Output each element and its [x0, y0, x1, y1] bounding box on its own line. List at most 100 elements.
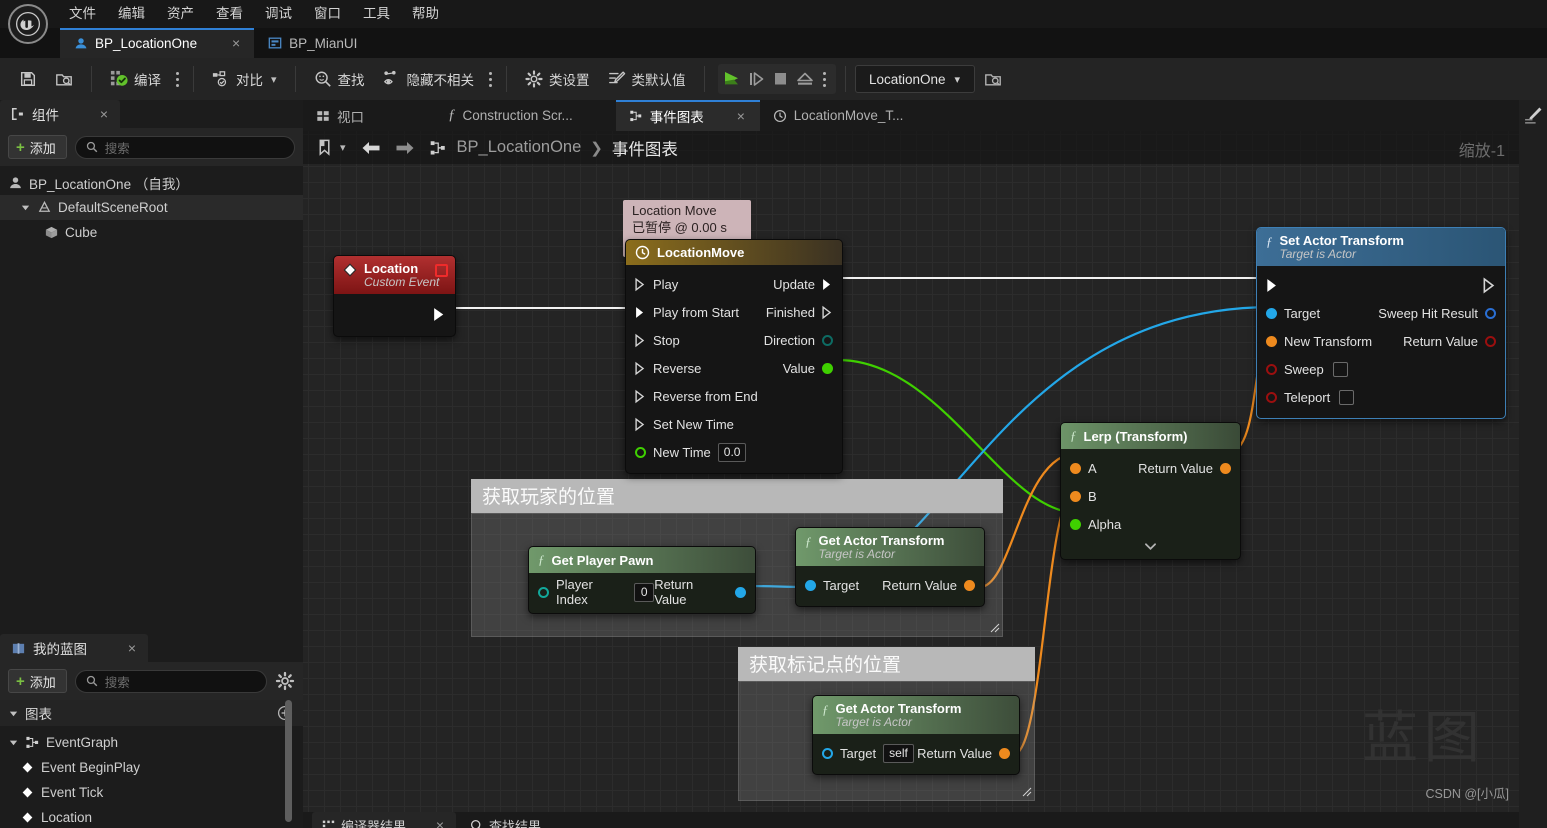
- node-lerp-transform[interactable]: ƒ Lerp (Transform) A Return Value B Alph…: [1060, 422, 1241, 560]
- tree-item-eventgraph[interactable]: EventGraph: [0, 730, 303, 755]
- add-component-button[interactable]: + 添加: [8, 135, 67, 159]
- enum-out-pin[interactable]: [822, 334, 833, 346]
- tree-item-location[interactable]: Location: [0, 805, 303, 828]
- bool-in-pin[interactable]: [1266, 363, 1277, 375]
- bool-in-pin[interactable]: [1266, 391, 1277, 403]
- asset-tab-close-icon[interactable]: ×: [230, 36, 242, 50]
- object-in-pin[interactable]: [1266, 307, 1277, 319]
- asset-tab-bp-mianui[interactable]: BP_MianUI: [254, 28, 369, 58]
- chevron-down-icon[interactable]: [1143, 541, 1158, 552]
- save-button[interactable]: [10, 64, 46, 94]
- menu-item-edit[interactable]: 编辑: [107, 0, 156, 28]
- find-button[interactable]: 查找: [305, 64, 374, 94]
- add-blueprint-item-button[interactable]: + 添加: [8, 669, 67, 693]
- exec-in-pin[interactable]: [635, 277, 646, 291]
- bookmark-button[interactable]: [312, 135, 338, 161]
- exec-in-pin[interactable]: [635, 306, 646, 319]
- close-icon[interactable]: ×: [98, 107, 110, 121]
- unreal-engine-logo-icon[interactable]: [8, 4, 48, 44]
- exec-in-pin[interactable]: [635, 333, 646, 347]
- node-get-actor-transform-player[interactable]: ƒ Get Actor Transform Target is Actor Ta…: [795, 527, 985, 607]
- exec-in-pin[interactable]: [635, 361, 646, 375]
- tree-item-event-beginplay[interactable]: Event BeginPlay: [0, 755, 303, 780]
- tab-locationmove-timeline[interactable]: LocationMove_T...: [760, 100, 917, 131]
- close-icon[interactable]: ×: [126, 641, 138, 655]
- compile-button[interactable]: 编译: [101, 64, 170, 94]
- teleport-checkbox[interactable]: [1339, 389, 1355, 405]
- gear-icon[interactable]: [275, 671, 295, 691]
- delegate-pin[interactable]: [435, 264, 448, 277]
- compile-options-kebab[interactable]: [170, 67, 184, 91]
- menu-item-debug[interactable]: 调试: [254, 0, 303, 28]
- node-location-custom-event[interactable]: Location Custom Event: [333, 255, 456, 337]
- chevron-down-icon[interactable]: ▾: [340, 141, 346, 154]
- target-self-input[interactable]: self: [883, 743, 914, 763]
- resize-grip-icon[interactable]: [988, 621, 1000, 633]
- asset-tab-bp-locationone[interactable]: BP_LocationOne ×: [60, 28, 255, 58]
- node-locationmove-timeline[interactable]: LocationMove Play Update Play from Start: [625, 239, 843, 474]
- object-in-pin[interactable]: [822, 747, 833, 759]
- struct-in-pin[interactable]: [1266, 335, 1277, 347]
- graphs-section-header[interactable]: 图表: [0, 700, 303, 726]
- float-out-pin[interactable]: [822, 362, 833, 374]
- menu-item-file[interactable]: 文件: [58, 0, 107, 28]
- stop-button[interactable]: [770, 69, 792, 89]
- close-icon[interactable]: ×: [735, 109, 747, 123]
- chevron-down-icon[interactable]: ▾: [271, 73, 277, 86]
- exec-out-pin[interactable]: [822, 305, 833, 319]
- exec-out-pin[interactable]: [1483, 276, 1496, 294]
- resize-grip-icon[interactable]: [1020, 785, 1032, 797]
- browse-to-asset-button[interactable]: [46, 64, 82, 94]
- diff-button[interactable]: 对比 ▾: [203, 64, 286, 94]
- menu-item-tools[interactable]: 工具: [352, 0, 401, 28]
- components-search-input[interactable]: 搜索: [74, 135, 295, 159]
- expand-node-row[interactable]: [1061, 538, 1240, 552]
- sweep-checkbox[interactable]: [1332, 361, 1348, 377]
- struct-in-pin[interactable]: [1070, 490, 1081, 502]
- int-in-pin[interactable]: [538, 586, 549, 598]
- node-get-player-pawn[interactable]: ƒ Get Player Pawn Player Index 0 Return …: [528, 546, 756, 614]
- exec-out-pin[interactable]: [433, 307, 446, 322]
- navigate-back-button[interactable]: [355, 135, 387, 161]
- tree-item-event-tick[interactable]: Event Tick: [0, 780, 303, 805]
- play-button[interactable]: [722, 69, 744, 89]
- tree-item-cube[interactable]: Cube: [0, 220, 303, 245]
- float-in-pin[interactable]: [1070, 518, 1081, 530]
- tab-viewport[interactable]: 视口: [303, 100, 377, 131]
- edit-pencil-icon[interactable]: [1523, 105, 1544, 126]
- node-set-actor-transform[interactable]: ƒ Set Actor Transform Target is Actor Ta…: [1256, 227, 1506, 419]
- skip-button[interactable]: [746, 69, 768, 89]
- close-icon[interactable]: ×: [434, 818, 446, 828]
- exec-in-pin[interactable]: [1266, 278, 1279, 293]
- tab-find-results[interactable]: 查找结果: [460, 812, 551, 828]
- node-get-actor-transform-marker[interactable]: ƒ Get Actor Transform Target is Actor Ta…: [812, 695, 1020, 775]
- tree-item-defaultsceneroot[interactable]: DefaultSceneRoot: [0, 195, 303, 220]
- player-index-input[interactable]: 0: [634, 582, 655, 602]
- exec-in-pin[interactable]: [635, 417, 646, 431]
- tab-my-blueprint[interactable]: 我的蓝图 ×: [0, 634, 148, 662]
- class-defaults-button[interactable]: 类默认值: [599, 64, 695, 94]
- caret-down-icon[interactable]: [8, 737, 19, 748]
- navigate-forward-button[interactable]: [389, 135, 421, 161]
- tab-event-graph[interactable]: 事件图表 ×: [615, 100, 760, 131]
- struct-out-pin[interactable]: [964, 579, 975, 591]
- menu-item-window[interactable]: 窗口: [303, 0, 352, 28]
- blueprint-graph-canvas[interactable]: 获取玩家的位置 获取标记点的位置 Location Custom Event L…: [303, 131, 1519, 812]
- object-out-pin[interactable]: [735, 586, 746, 598]
- hide-unrelated-options-kebab[interactable]: [483, 67, 497, 91]
- tree-item-bp-locationone[interactable]: BP_LocationOne （自我）: [0, 170, 303, 195]
- struct-out-pin[interactable]: [1220, 462, 1231, 474]
- exec-out-pin[interactable]: [822, 278, 833, 291]
- tab-construction-script[interactable]: ƒ Construction Scr...: [435, 100, 586, 131]
- hide-unrelated-button[interactable]: 隐藏不相关: [374, 64, 484, 94]
- play-mode-select[interactable]: LocationOne ▾: [854, 65, 975, 93]
- float-in-pin[interactable]: [635, 446, 646, 458]
- struct-out-pin[interactable]: [1485, 307, 1496, 319]
- menu-item-assets[interactable]: 资产: [156, 0, 205, 28]
- new-time-input[interactable]: 0.0: [717, 442, 747, 462]
- menu-item-view[interactable]: 查看: [205, 0, 254, 28]
- breadcrumb-root[interactable]: BP_LocationOne: [457, 138, 582, 157]
- caret-down-icon[interactable]: [8, 708, 19, 719]
- my-blueprint-scrollbar[interactable]: [285, 700, 292, 822]
- open-level-button[interactable]: [975, 64, 1011, 94]
